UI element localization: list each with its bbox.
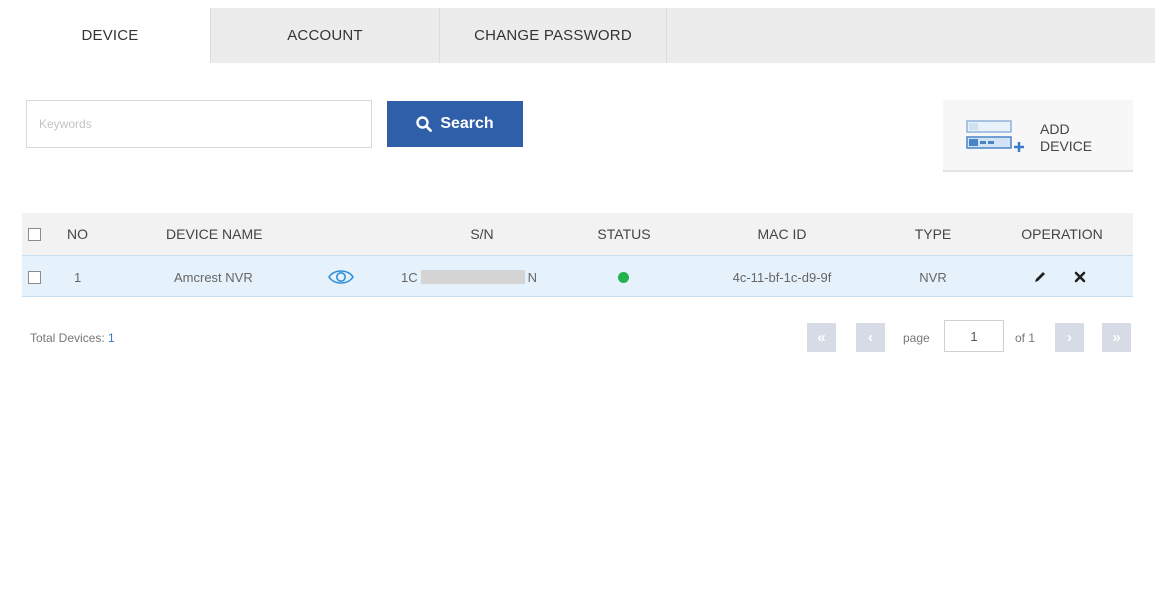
total-devices: Total Devices: 1	[30, 331, 115, 345]
search-button-label: Search	[440, 115, 494, 132]
add-device-label-line2: DEVICE	[1040, 138, 1093, 154]
row-checkbox[interactable]	[28, 270, 41, 284]
add-device-label: ADD DEVICE	[1040, 121, 1092, 155]
sn-prefix: 1C	[401, 269, 418, 285]
view-button[interactable]	[327, 256, 355, 298]
row-mac-id: 4c-11-bf-1c-d9-9f	[732, 269, 832, 285]
tab-account[interactable]: ACCOUNT	[211, 8, 439, 63]
total-devices-count: 1	[108, 331, 115, 345]
sn-suffix: N	[527, 269, 538, 285]
search-button[interactable]: Search	[387, 101, 523, 147]
add-device-button[interactable]: ADD DEVICE	[943, 100, 1133, 172]
chevron-left-icon: ‹	[868, 329, 873, 346]
row-no: 1	[74, 269, 82, 285]
table-header: NO DEVICE NAME S/N STATUS MAC ID TYPE OP…	[22, 213, 1133, 255]
header-no: NO	[67, 226, 88, 242]
delete-icon	[1074, 271, 1086, 283]
tab-device[interactable]: DEVICE	[10, 8, 210, 63]
eye-icon	[328, 270, 354, 284]
add-device-icon	[966, 120, 1024, 152]
delete-button[interactable]	[1074, 256, 1086, 298]
edit-icon	[1035, 272, 1045, 282]
tab-change-password-label: CHANGE PASSWORD	[474, 27, 632, 44]
double-chevron-left-icon: «	[817, 329, 826, 346]
page-label: page	[903, 331, 930, 345]
search-icon	[416, 116, 433, 132]
next-page-button[interactable]: ›	[1055, 323, 1084, 352]
edit-button[interactable]	[1033, 256, 1047, 298]
select-all-cell	[28, 213, 41, 255]
row-status	[618, 256, 629, 298]
status-online-indicator	[618, 271, 629, 283]
select-all-checkbox[interactable]	[28, 227, 41, 241]
header-type: TYPE	[914, 226, 952, 242]
tab-change-password[interactable]: CHANGE PASSWORD	[440, 8, 666, 63]
add-device-label-line1: ADD	[1040, 121, 1070, 137]
tab-account-label: ACCOUNT	[287, 27, 363, 44]
tab-divider	[666, 8, 667, 63]
tab-device-label: DEVICE	[81, 27, 139, 44]
chevron-right-icon: ›	[1067, 329, 1072, 346]
page-number-input[interactable]	[944, 320, 1004, 352]
row-sn: 1C N	[401, 256, 537, 298]
page-total: of 1	[1015, 331, 1036, 345]
row-select-cell	[28, 256, 41, 298]
row-type: NVR	[919, 269, 947, 285]
total-devices-label: Total Devices:	[30, 331, 105, 345]
row-device-name: Amcrest NVR	[174, 269, 253, 285]
search-input[interactable]	[26, 100, 372, 148]
previous-page-button[interactable]: ‹	[856, 323, 885, 352]
last-page-button[interactable]: »	[1102, 323, 1131, 352]
device-table: NO DEVICE NAME S/N STATUS MAC ID TYPE OP…	[22, 213, 1133, 297]
header-operation: OPERATION	[1021, 226, 1103, 242]
first-page-button[interactable]: «	[807, 323, 836, 352]
header-status: STATUS	[597, 226, 651, 242]
tab-bar: DEVICE ACCOUNT CHANGE PASSWORD	[10, 8, 1155, 63]
header-mac-id: MAC ID	[757, 226, 807, 242]
header-sn: S/N	[470, 226, 494, 242]
double-chevron-right-icon: »	[1112, 329, 1121, 346]
sn-redaction	[420, 270, 525, 284]
header-device-name: DEVICE NAME	[166, 226, 263, 242]
table-row[interactable]: 1 Amcrest NVR 1C N 4c-11-bf-1c-d9-9f NVR	[22, 255, 1133, 297]
